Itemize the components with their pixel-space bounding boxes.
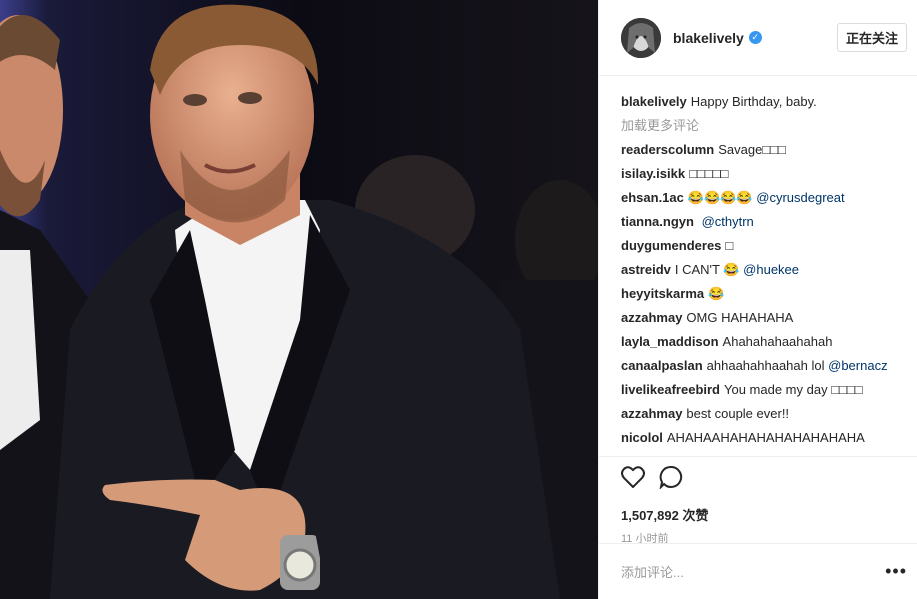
add-comment-input[interactable]: 添加评论... bbox=[621, 562, 684, 581]
comment-mention[interactable]: @cthytrn bbox=[702, 214, 754, 229]
comment-text: AHAHAAHAHAHAHAHAHAHAHA bbox=[666, 430, 865, 445]
add-comment-bar: 添加评论... ••• bbox=[599, 543, 917, 599]
post-actions: 1,507,892 次赞 11 小时前 bbox=[599, 456, 917, 546]
following-button[interactable]: 正在关注 bbox=[836, 23, 907, 52]
comment-items: readerscolumn Savage□□□ isilay.isikk □□□□□ e… bbox=[621, 138, 895, 450]
caption-text: Happy Birthday, baby. bbox=[690, 94, 817, 109]
comment-username[interactable]: azzahmay bbox=[621, 406, 682, 421]
comment-username[interactable]: readerscolumn bbox=[621, 142, 714, 157]
comment-text: 😂 bbox=[708, 286, 725, 301]
avatar[interactable] bbox=[621, 17, 661, 58]
post-header: blakelively ✓ 正在关注 bbox=[599, 0, 917, 76]
comment-username[interactable]: isilay.isikk bbox=[621, 166, 685, 181]
heart-icon[interactable] bbox=[621, 465, 645, 493]
comment-text: best couple ever!! bbox=[686, 406, 790, 421]
post-sidebar: blakelively ✓ 正在关注 blakelively Happy Birt… bbox=[598, 0, 917, 599]
post-photo[interactable] bbox=[0, 0, 598, 599]
comment-mention[interactable]: @bernacz bbox=[828, 358, 887, 373]
comment-item: tianna.ngyn @cthytrn bbox=[621, 210, 895, 234]
comment-item: readerscolumn Savage□□□ bbox=[621, 138, 895, 162]
comment-item: duygumenderes □ bbox=[621, 234, 895, 258]
caption-username[interactable]: blakelively bbox=[621, 94, 687, 109]
comment-item: livelikeafreebird You made my day □□□□ bbox=[621, 378, 895, 402]
more-dots-icon[interactable]: ••• bbox=[885, 561, 907, 582]
comment-text: □□□□□ bbox=[689, 166, 729, 181]
comment-username[interactable]: duygumenderes bbox=[621, 238, 721, 253]
comment-username[interactable]: azzahmay bbox=[621, 310, 682, 325]
comment-item: astreidv I CAN'T 😂 @huekee bbox=[621, 258, 895, 282]
comment-item: canaalpaslan ahhaahahhaahah lol @bernacz bbox=[621, 354, 895, 378]
comment-username[interactable]: layla_maddison bbox=[621, 334, 719, 349]
comment-text: □ bbox=[725, 238, 734, 253]
instagram-post: blakelively ✓ 正在关注 blakelively Happy Birt… bbox=[0, 0, 917, 599]
username-link[interactable]: blakelively bbox=[673, 30, 744, 46]
verified-icon: ✓ bbox=[748, 31, 762, 44]
comment-item: nicolol AHAHAAHAHAHAHAHAHAHAHA bbox=[621, 426, 895, 450]
comment-icon[interactable] bbox=[659, 465, 683, 494]
comment-username[interactable]: heyyitskarma bbox=[621, 286, 704, 301]
comments-list[interactable]: blakelively Happy Birthday, baby. 加载更多评论 … bbox=[599, 76, 917, 454]
photo-illustration bbox=[0, 0, 598, 599]
comment-text: You made my day □□□□ bbox=[724, 382, 863, 397]
comment-username[interactable]: ehsan.1ac bbox=[621, 190, 684, 205]
comment-text: OMG HAHAHAHA bbox=[686, 310, 794, 325]
comment-text: I CAN'T 😂 bbox=[674, 262, 740, 277]
comment-item: heyyitskarma 😂 bbox=[621, 282, 895, 306]
comment-mention[interactable]: @huekee bbox=[743, 262, 799, 277]
comment-username[interactable]: tianna.ngyn bbox=[621, 214, 694, 229]
comment-text: ahhaahahhaahah lol bbox=[706, 358, 825, 373]
comment-item: isilay.isikk □□□□□ bbox=[621, 162, 895, 186]
comment-text: 😂😂😂😂 bbox=[687, 190, 753, 205]
load-more-comments[interactable]: 加载更多评论 bbox=[621, 114, 895, 138]
action-icons bbox=[621, 465, 895, 493]
caption: blakelively Happy Birthday, baby. bbox=[621, 90, 895, 114]
comment-username[interactable]: nicolol bbox=[621, 430, 663, 445]
comment-item: layla_maddison Ahahahahaahahah bbox=[621, 330, 895, 354]
comment-item: ehsan.1ac 😂😂😂😂 @cyrusdegreat bbox=[621, 186, 895, 210]
comment-text: Savage□□□ bbox=[718, 142, 786, 157]
comment-username[interactable]: canaalpaslan bbox=[621, 358, 703, 373]
avatar-image bbox=[621, 17, 661, 58]
comment-item: azzahmay best couple ever!! bbox=[621, 402, 895, 426]
comment-username[interactable]: astreidv bbox=[621, 262, 671, 277]
comment-mention[interactable]: @cyrusdegreat bbox=[756, 190, 844, 205]
comment-text: Ahahahahaahahah bbox=[722, 334, 833, 349]
like-count[interactable]: 1,507,892 次赞 bbox=[621, 505, 895, 524]
comment-username[interactable]: livelikeafreebird bbox=[621, 382, 720, 397]
comment-item: azzahmay OMG HAHAHAHA bbox=[621, 306, 895, 330]
